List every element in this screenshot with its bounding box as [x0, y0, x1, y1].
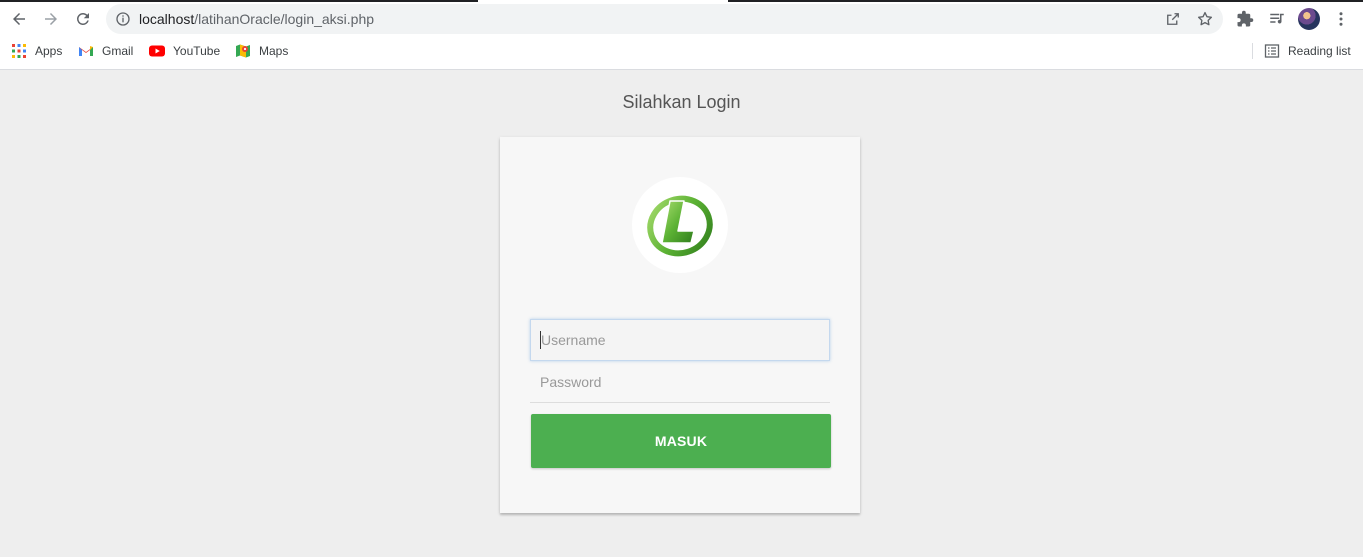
page-title: Silahkan Login [622, 92, 741, 112]
green-l-logo-icon [647, 195, 713, 257]
url-host: localhost [139, 11, 195, 27]
bookmarks-bar: Apps Gmail YouTube Maps Reading list [0, 40, 1363, 62]
star-icon[interactable] [1196, 10, 1214, 28]
text-cursor [540, 331, 541, 349]
back-arrow-icon [13, 13, 25, 25]
login-card: MASUK [500, 137, 860, 513]
username-input[interactable] [530, 319, 830, 361]
address-bar[interactable]: localhost/latihanOracle/login_aksi.php [106, 4, 1223, 34]
extensions-button[interactable] [1234, 8, 1256, 30]
bookmarks-divider [1252, 43, 1253, 59]
reading-queue-icon [1270, 13, 1284, 24]
browser-chrome: localhost/latihanOracle/login_aksi.php A… [0, 0, 1363, 70]
password-input[interactable] [530, 361, 830, 403]
apps-grid-icon [12, 44, 26, 58]
back-button[interactable] [4, 4, 34, 34]
youtube-icon [149, 45, 165, 57]
forward-arrow-icon [45, 13, 57, 25]
bookmark-apps[interactable]: Apps [11, 40, 62, 62]
logo [632, 177, 728, 273]
bookmark-maps[interactable]: Maps [235, 40, 288, 62]
bookmark-label: YouTube [173, 44, 221, 58]
share-icon[interactable] [1164, 10, 1182, 28]
url-text[interactable]: localhost/latihanOracle/login_aksi.php [139, 11, 374, 27]
maps-icon [236, 44, 250, 58]
bookmark-gmail[interactable]: Gmail [78, 40, 133, 62]
bookmark-youtube[interactable]: YouTube [149, 40, 220, 62]
info-icon[interactable] [115, 11, 131, 27]
reading-list-label: Reading list [1288, 44, 1351, 58]
bookmark-label: Maps [259, 44, 289, 58]
gmail-icon [79, 46, 93, 56]
url-path: /latihanOracle/login_aksi.php [194, 11, 375, 27]
reload-icon [76, 12, 89, 25]
browser-menu-button[interactable] [1330, 8, 1352, 30]
puzzle-icon [1237, 10, 1254, 27]
bookmark-label: Gmail [102, 44, 134, 58]
reload-button[interactable] [68, 4, 98, 34]
reading-queue-button[interactable] [1266, 8, 1288, 30]
browser-toolbar: localhost/latihanOracle/login_aksi.php [0, 4, 1363, 34]
reading-list-button[interactable]: Reading list [1264, 40, 1351, 62]
masuk-button[interactable]: MASUK [531, 414, 831, 468]
kebab-menu-icon [1339, 12, 1343, 26]
bookmark-label: Apps [35, 44, 63, 58]
profile-avatar[interactable] [1298, 8, 1320, 30]
forward-button[interactable] [36, 4, 66, 34]
tabstrip [0, 0, 1363, 2]
reading-list-icon [1264, 44, 1280, 58]
